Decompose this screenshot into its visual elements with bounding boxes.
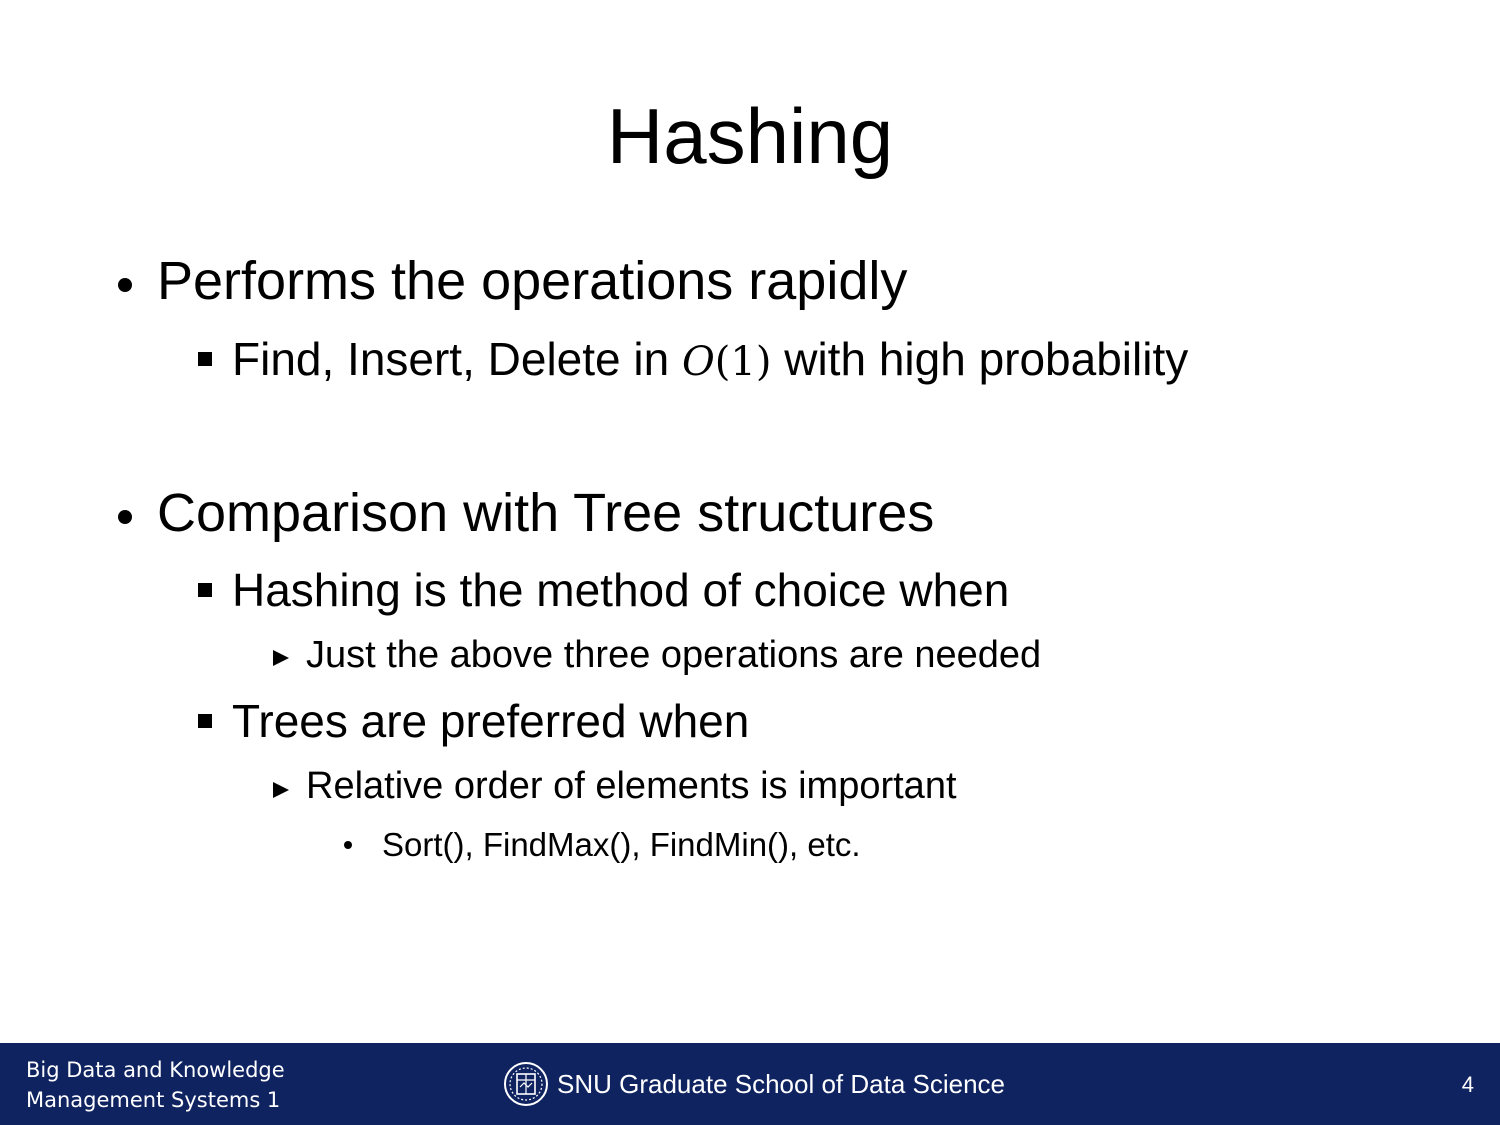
high-probability-text: with high probability	[771, 333, 1189, 385]
bullet-dot-icon	[118, 278, 132, 292]
bullet-small-dot-icon	[344, 841, 352, 849]
bullet-comparison-trees: Comparison with Tree structures	[157, 483, 935, 543]
course-name: Big Data and Knowledge Management System…	[26, 1055, 285, 1115]
big-o-notation: O(1)	[682, 339, 771, 385]
bullet-triangle-icon	[273, 650, 289, 666]
bullet-square-icon	[198, 714, 212, 728]
bullet-find-insert-delete: Find, Insert, Delete in O(1) with high p…	[232, 332, 1188, 386]
course-name-line1: Big Data and Knowledge	[26, 1058, 285, 1082]
bullet-dot-icon	[118, 510, 132, 524]
bullet-relative-order: Relative order of elements is important	[306, 765, 957, 807]
school-name: SNU Graduate School of Data Science	[557, 1069, 1006, 1099]
big-o-symbol: O	[681, 339, 715, 385]
snu-emblem-icon	[504, 1062, 548, 1106]
bullet-triangle-icon	[273, 782, 289, 798]
bullet-square-icon	[198, 352, 212, 366]
slide-footer: Big Data and Knowledge Management System…	[0, 1043, 1500, 1125]
big-o-argument: (1)	[714, 339, 772, 385]
bullet-trees-preferred: Trees are preferred when	[232, 695, 750, 747]
bullet-hashing-choice: Hashing is the method of choice when	[232, 564, 1010, 616]
course-name-line2: Management Systems 1	[26, 1088, 281, 1112]
bullet-sort-findmax-findmin: Sort(), FindMax(), FindMin(), etc.	[382, 826, 861, 863]
slide-title: Hashing	[606, 92, 894, 180]
bullet-three-operations: Just the above three operations are need…	[306, 634, 1042, 676]
find-insert-delete-text: Find, Insert, Delete in	[232, 333, 682, 385]
bullet-square-icon	[198, 583, 212, 597]
bullet-performs-operations: Performs the operations rapidly	[157, 251, 908, 311]
page-number: 4	[1461, 1072, 1474, 1097]
